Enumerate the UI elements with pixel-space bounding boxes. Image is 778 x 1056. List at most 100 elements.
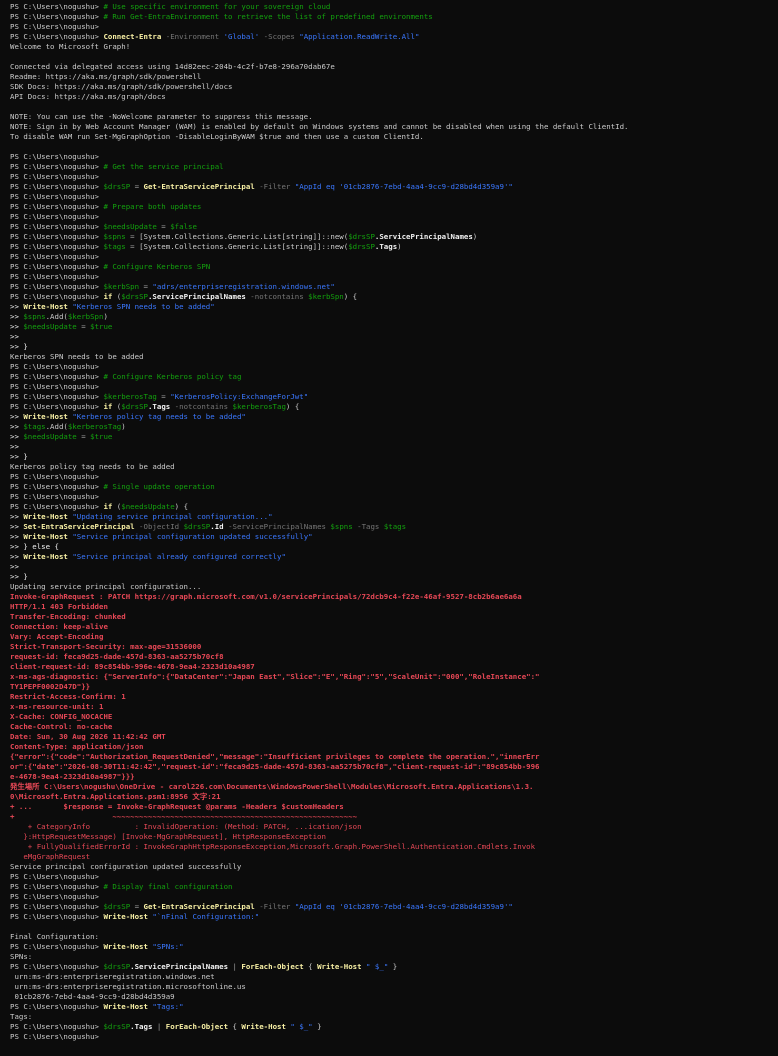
terminal-text: Kerberos SPN needs to be added bbox=[10, 352, 144, 361]
terminal-text: ( bbox=[112, 502, 122, 511]
terminal-line: PS C:\Users\nogushu> bbox=[10, 212, 778, 222]
terminal-text: >> bbox=[10, 532, 24, 541]
terminal-text: }:HttpRequestMessage) [Invoke-MgGraphReq… bbox=[10, 832, 326, 841]
terminal-line: >> } bbox=[10, 572, 778, 582]
terminal-text: Transfer-Encoding: chunked bbox=[10, 612, 126, 621]
terminal-line: >> $needsUpdate = $true bbox=[10, 432, 778, 442]
terminal-text: HTTP/1.1 403 Forbidden bbox=[10, 602, 108, 611]
terminal-line: urn:ms-drs:enterpriseregistration.micros… bbox=[10, 982, 778, 992]
terminal-text: = bbox=[76, 322, 91, 331]
terminal-text: Content-Type: application/json bbox=[10, 742, 144, 751]
terminal-line: >> bbox=[10, 332, 778, 342]
terminal-text: .Tags bbox=[374, 242, 398, 251]
terminal-line: request-id: feca9d25-dade-457d-8363-aa52… bbox=[10, 652, 778, 662]
terminal-text: ) bbox=[103, 312, 108, 321]
terminal-text: | bbox=[228, 962, 242, 971]
terminal-text: Write-Host bbox=[23, 302, 68, 311]
terminal-line: Welcome to Microsoft Graph! bbox=[10, 42, 778, 52]
terminal-line: PS C:\Users\nogushu> bbox=[10, 472, 778, 482]
terminal-line: Connected via delegated access using 14d… bbox=[10, 62, 778, 72]
terminal-line: Transfer-Encoding: chunked bbox=[10, 612, 778, 622]
terminal-line: Connection: keep-alive bbox=[10, 622, 778, 632]
terminal-text: Final Configuration: bbox=[10, 932, 99, 941]
terminal-text: ) bbox=[121, 422, 126, 431]
terminal-text: "AppId eq '01cb2876-7ebd-4aa4-9cc9-d28bd… bbox=[294, 902, 513, 911]
terminal-text: "Updating service principal configuratio… bbox=[72, 512, 273, 521]
terminal-line: PS C:\Users\nogushu> bbox=[10, 22, 778, 32]
terminal-text: " $_" bbox=[290, 1022, 313, 1031]
terminal-text: To disable WAM run Set-MgGraphOption -Di… bbox=[10, 132, 424, 141]
terminal-text: e-4678-9ea4-2323d10a4987"}}} bbox=[10, 772, 135, 781]
terminal-line: PS C:\Users\nogushu> # Display final con… bbox=[10, 882, 778, 892]
terminal-line: PS C:\Users\nogushu> bbox=[10, 272, 778, 282]
terminal-text: $drsSP bbox=[121, 292, 148, 301]
terminal-text: 0\Microsoft.Entra.Applications.psm1:8956… bbox=[10, 792, 221, 801]
terminal-text: # Single update operation bbox=[103, 482, 215, 491]
terminal-text: request-id: feca9d25-dade-457d-8363-aa52… bbox=[10, 652, 224, 661]
terminal-line: X-Cache: CONFIG_NOCACHE bbox=[10, 712, 778, 722]
terminal-text: 発生場所 C:\Users\nogushu\OneDrive - carol22… bbox=[10, 782, 534, 791]
terminal-line: Final Configuration: bbox=[10, 932, 778, 942]
terminal-line: PS C:\Users\nogushu> bbox=[10, 362, 778, 372]
terminal-line: Updating service principal configuration… bbox=[10, 582, 778, 592]
terminal-text: eMgGraphRequest bbox=[10, 852, 91, 861]
terminal-line: PS C:\Users\nogushu> Write-Host "SPNs:" bbox=[10, 942, 778, 952]
terminal-text: .Add( bbox=[45, 312, 68, 321]
terminal-text: $false bbox=[170, 222, 197, 231]
terminal-text: " $_" bbox=[366, 962, 389, 971]
terminal-text: .Add( bbox=[45, 422, 68, 431]
terminal-text: $drsSP bbox=[103, 962, 131, 971]
powershell-terminal[interactable]: PS C:\Users\nogushu> # Use specific envi… bbox=[0, 0, 778, 1056]
terminal-text: >> bbox=[10, 302, 24, 311]
terminal-text: "AppId eq '01cb2876-7ebd-4aa4-9cc9-d28bd… bbox=[294, 182, 513, 191]
terminal-text: >> bbox=[10, 562, 19, 571]
terminal-line: PS C:\Users\nogushu> bbox=[10, 382, 778, 392]
terminal-line: >> bbox=[10, 442, 778, 452]
terminal-text: Set-EntraServicePrincipal bbox=[23, 522, 135, 531]
terminal-text: x-ms-ags-diagnostic: {"ServerInfo":{"Dat… bbox=[10, 672, 540, 681]
terminal-text: $drsSP bbox=[348, 242, 375, 251]
terminal-line: PS C:\Users\nogushu> bbox=[10, 152, 778, 162]
terminal-text: ( bbox=[112, 402, 122, 411]
terminal-text: + ... $response = Invoke-GraphRequest @p… bbox=[10, 802, 344, 811]
terminal-text: PS C:\Users\nogushu> bbox=[10, 202, 104, 211]
terminal-text: Connected via delegated access using 14d… bbox=[10, 62, 335, 71]
terminal-line: PS C:\Users\nogushu> Connect-Entra -Envi… bbox=[10, 32, 778, 42]
terminal-text: Cache-Control: no-cache bbox=[10, 722, 113, 731]
terminal-text: | bbox=[152, 1022, 166, 1031]
terminal-text: $needsUpdate bbox=[103, 222, 157, 231]
terminal-text: Readme: https://aka.ms/graph/sdk/powersh… bbox=[10, 72, 202, 81]
terminal-line: Readme: https://aka.ms/graph/sdk/powersh… bbox=[10, 72, 778, 82]
terminal-text: .ServicePrincipalNames bbox=[147, 292, 246, 301]
terminal-line: eMgGraphRequest bbox=[10, 852, 778, 862]
terminal-text: + FullyQualifiedErrorId : InvokeGraphHtt… bbox=[10, 842, 536, 851]
terminal-line: >> Write-Host "Service principal configu… bbox=[10, 532, 778, 542]
terminal-text: .Tags bbox=[147, 402, 171, 411]
terminal-line: >> } bbox=[10, 342, 778, 352]
terminal-text: $drsSP bbox=[348, 232, 375, 241]
terminal-text: NOTE: Sign in by Web Account Manager (WA… bbox=[10, 122, 629, 131]
terminal-text: $drsSP bbox=[121, 402, 148, 411]
terminal-text: $needsUpdate bbox=[121, 502, 175, 511]
terminal-text: = bbox=[156, 392, 171, 401]
terminal-line: HTTP/1.1 403 Forbidden bbox=[10, 602, 778, 612]
terminal-text: $kerbSpn bbox=[103, 282, 140, 291]
terminal-text: # Prepare both updates bbox=[103, 202, 202, 211]
terminal-text: ) { bbox=[343, 292, 358, 301]
terminal-text: x-ms-resource-unit: 1 bbox=[10, 702, 104, 711]
terminal-text: {"error":{"code":"Authorization_RequestD… bbox=[10, 752, 540, 761]
terminal-line: >> $needsUpdate = $true bbox=[10, 322, 778, 332]
terminal-text: >> bbox=[10, 312, 24, 321]
terminal-line: Invoke-GraphRequest : PATCH https://grap… bbox=[10, 592, 778, 602]
terminal-text: PS C:\Users\nogushu> bbox=[10, 902, 104, 911]
terminal-text: = bbox=[125, 232, 140, 241]
terminal-text: ) { bbox=[174, 502, 189, 511]
terminal-text: Tags: bbox=[10, 1012, 33, 1021]
terminal-text: Write-Host bbox=[103, 912, 148, 921]
terminal-text: .Id bbox=[210, 522, 224, 531]
terminal-text: "`nFinal Configuration:" bbox=[152, 912, 260, 921]
terminal-text: Write-Host bbox=[23, 532, 68, 541]
terminal-text: 'Global' bbox=[223, 32, 260, 41]
terminal-line: PS C:\Users\nogushu> bbox=[10, 1032, 778, 1042]
terminal-text: Invoke-GraphRequest : PATCH https://grap… bbox=[10, 592, 522, 601]
